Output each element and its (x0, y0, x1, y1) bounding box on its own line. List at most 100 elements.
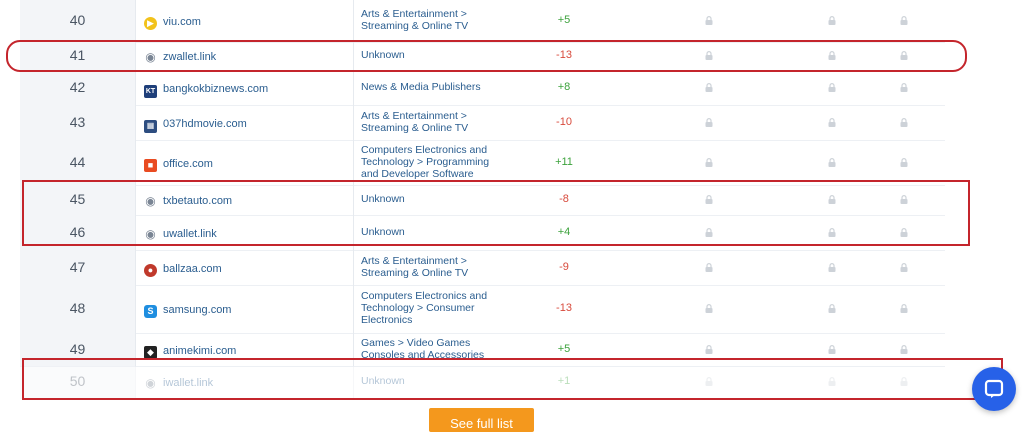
category-link[interactable]: Arts & Entertainment > Streaming & Onlin… (361, 110, 501, 134)
lock-icon (705, 228, 713, 237)
bangkokbiznews-logo-icon: KT (144, 80, 157, 98)
lock-icon (900, 118, 908, 127)
site-cell[interactable]: ◉ zwallet.link (144, 48, 216, 66)
lock-icon (705, 377, 713, 386)
site-cell[interactable]: Ssamsung.com (144, 301, 231, 319)
site-cell[interactable]: ◆ animekimi.com (144, 342, 236, 360)
globe-icon: ◉ (145, 227, 156, 241)
lock-icon (705, 304, 713, 313)
column-divider (135, 140, 136, 185)
category-link[interactable]: Computers Electronics and Technology > P… (361, 144, 501, 180)
site-link[interactable]: zwallet.link (163, 51, 216, 63)
rank-number: 49 (69, 341, 86, 357)
site-cell[interactable]: ● ballzaa.com (144, 260, 222, 278)
rank-change: -9 (559, 261, 569, 273)
column-divider (135, 185, 136, 215)
rank-number: 41 (69, 47, 86, 63)
column-divider (353, 285, 354, 333)
lock-icon (828, 118, 836, 127)
see-full-list-button[interactable]: See full list (429, 408, 534, 432)
ballzaa-logo-icon: ● (144, 260, 157, 278)
column-divider (135, 333, 136, 366)
site-link[interactable]: txbetauto.com (163, 195, 232, 207)
site-link[interactable]: uwallet.link (163, 228, 217, 240)
category-link[interactable]: Arts & Entertainment > Streaming & Onlin… (361, 255, 501, 279)
lock-icon (705, 83, 713, 92)
lock-icon (900, 158, 908, 167)
lock-icon (900, 83, 908, 92)
lock-icon (705, 263, 713, 272)
site-link[interactable]: office.com (163, 158, 213, 170)
site-link[interactable]: viu.com (163, 16, 201, 28)
rank-number: 50 (69, 373, 86, 389)
site-link[interactable]: 037hdmovie.com (163, 118, 247, 130)
category-link[interactable]: Games > Video Games Consoles and Accesso… (361, 337, 501, 361)
globe-icon: ◉ (145, 376, 156, 390)
column-divider (135, 285, 136, 333)
lock-icon (705, 16, 713, 25)
category-link[interactable]: Computers Electronics and Technology > C… (361, 290, 501, 326)
table-row: 50 ◉ iwallet.link Unknown +1 (20, 366, 945, 399)
rank-change: -13 (556, 302, 572, 314)
column-divider (353, 366, 354, 398)
column-divider (353, 333, 354, 366)
site-cell[interactable]: ▦ 037hdmovie.com (144, 115, 247, 133)
globe-icon: ◉ (145, 50, 156, 64)
lock-icon (705, 118, 713, 127)
lock-icon (705, 195, 713, 204)
category-link[interactable]: Unknown (361, 375, 501, 387)
rank-number: 46 (69, 224, 86, 240)
column-divider (353, 140, 354, 185)
rank-number: 40 (69, 12, 86, 28)
lock-icon (828, 83, 836, 92)
site-cell[interactable]: ■ office.com (144, 155, 213, 173)
table-row: 42 KT bangkokbiznews.com News & Media Publi… (20, 70, 945, 106)
lock-icon (900, 228, 908, 237)
lock-icon (900, 195, 908, 204)
column-divider (135, 105, 136, 140)
category-link[interactable]: Unknown (361, 226, 501, 238)
site-cell[interactable]: KT bangkokbiznews.com (144, 80, 268, 98)
column-divider (353, 70, 354, 105)
site-link[interactable]: iwallet.link (163, 377, 213, 389)
table-row: 41 ◉ zwallet.link Unknown -13 (20, 42, 945, 71)
site-link[interactable]: animekimi.com (163, 345, 236, 357)
category-link[interactable]: Arts & Entertainment > Streaming & Onlin… (361, 8, 501, 32)
lock-icon (828, 263, 836, 272)
site-cell[interactable]: ◉ iwallet.link (144, 374, 213, 392)
site-cell[interactable]: ◉ uwallet.link (144, 225, 217, 243)
category-link[interactable]: News & Media Publishers (361, 81, 501, 93)
site-link[interactable]: bangkokbiznews.com (163, 83, 268, 95)
site-link[interactable]: samsung.com (163, 304, 231, 316)
site-cell[interactable]: ▶ viu.com (144, 13, 201, 31)
lock-icon (900, 377, 908, 386)
rank-number: 43 (69, 114, 86, 130)
table-row: 44 ■ office.com Computers Electronics and T… (20, 140, 945, 186)
lock-icon (705, 51, 713, 60)
category-link[interactable]: Unknown (361, 49, 501, 61)
lock-icon (705, 345, 713, 354)
category-link[interactable]: Unknown (361, 193, 501, 205)
globe-icon: ◉ (145, 194, 156, 208)
lock-icon (828, 158, 836, 167)
samsung-logo-icon: S (144, 301, 157, 319)
chat-bubble-icon (984, 379, 1004, 398)
column-divider (135, 366, 136, 398)
column-divider (353, 250, 354, 285)
viu-logo-icon: ▶ (144, 13, 157, 31)
lock-icon (828, 345, 836, 354)
rank-number: 47 (69, 259, 86, 275)
lock-icon (828, 16, 836, 25)
column-divider (135, 70, 136, 105)
column-divider (135, 0, 136, 42)
site-cell[interactable]: ◉ txbetauto.com (144, 192, 232, 210)
lock-icon (828, 195, 836, 204)
film-icon: ▦ (144, 115, 157, 133)
table-row: 49 ◆ animekimi.com Games > Video Games Cons… (20, 333, 945, 367)
rank-change: +8 (557, 81, 571, 93)
office-logo-icon: ■ (144, 155, 157, 173)
lock-icon (828, 51, 836, 60)
site-link[interactable]: ballzaa.com (163, 263, 222, 275)
chat-widget-button[interactable] (972, 367, 1016, 411)
lock-icon (828, 304, 836, 313)
